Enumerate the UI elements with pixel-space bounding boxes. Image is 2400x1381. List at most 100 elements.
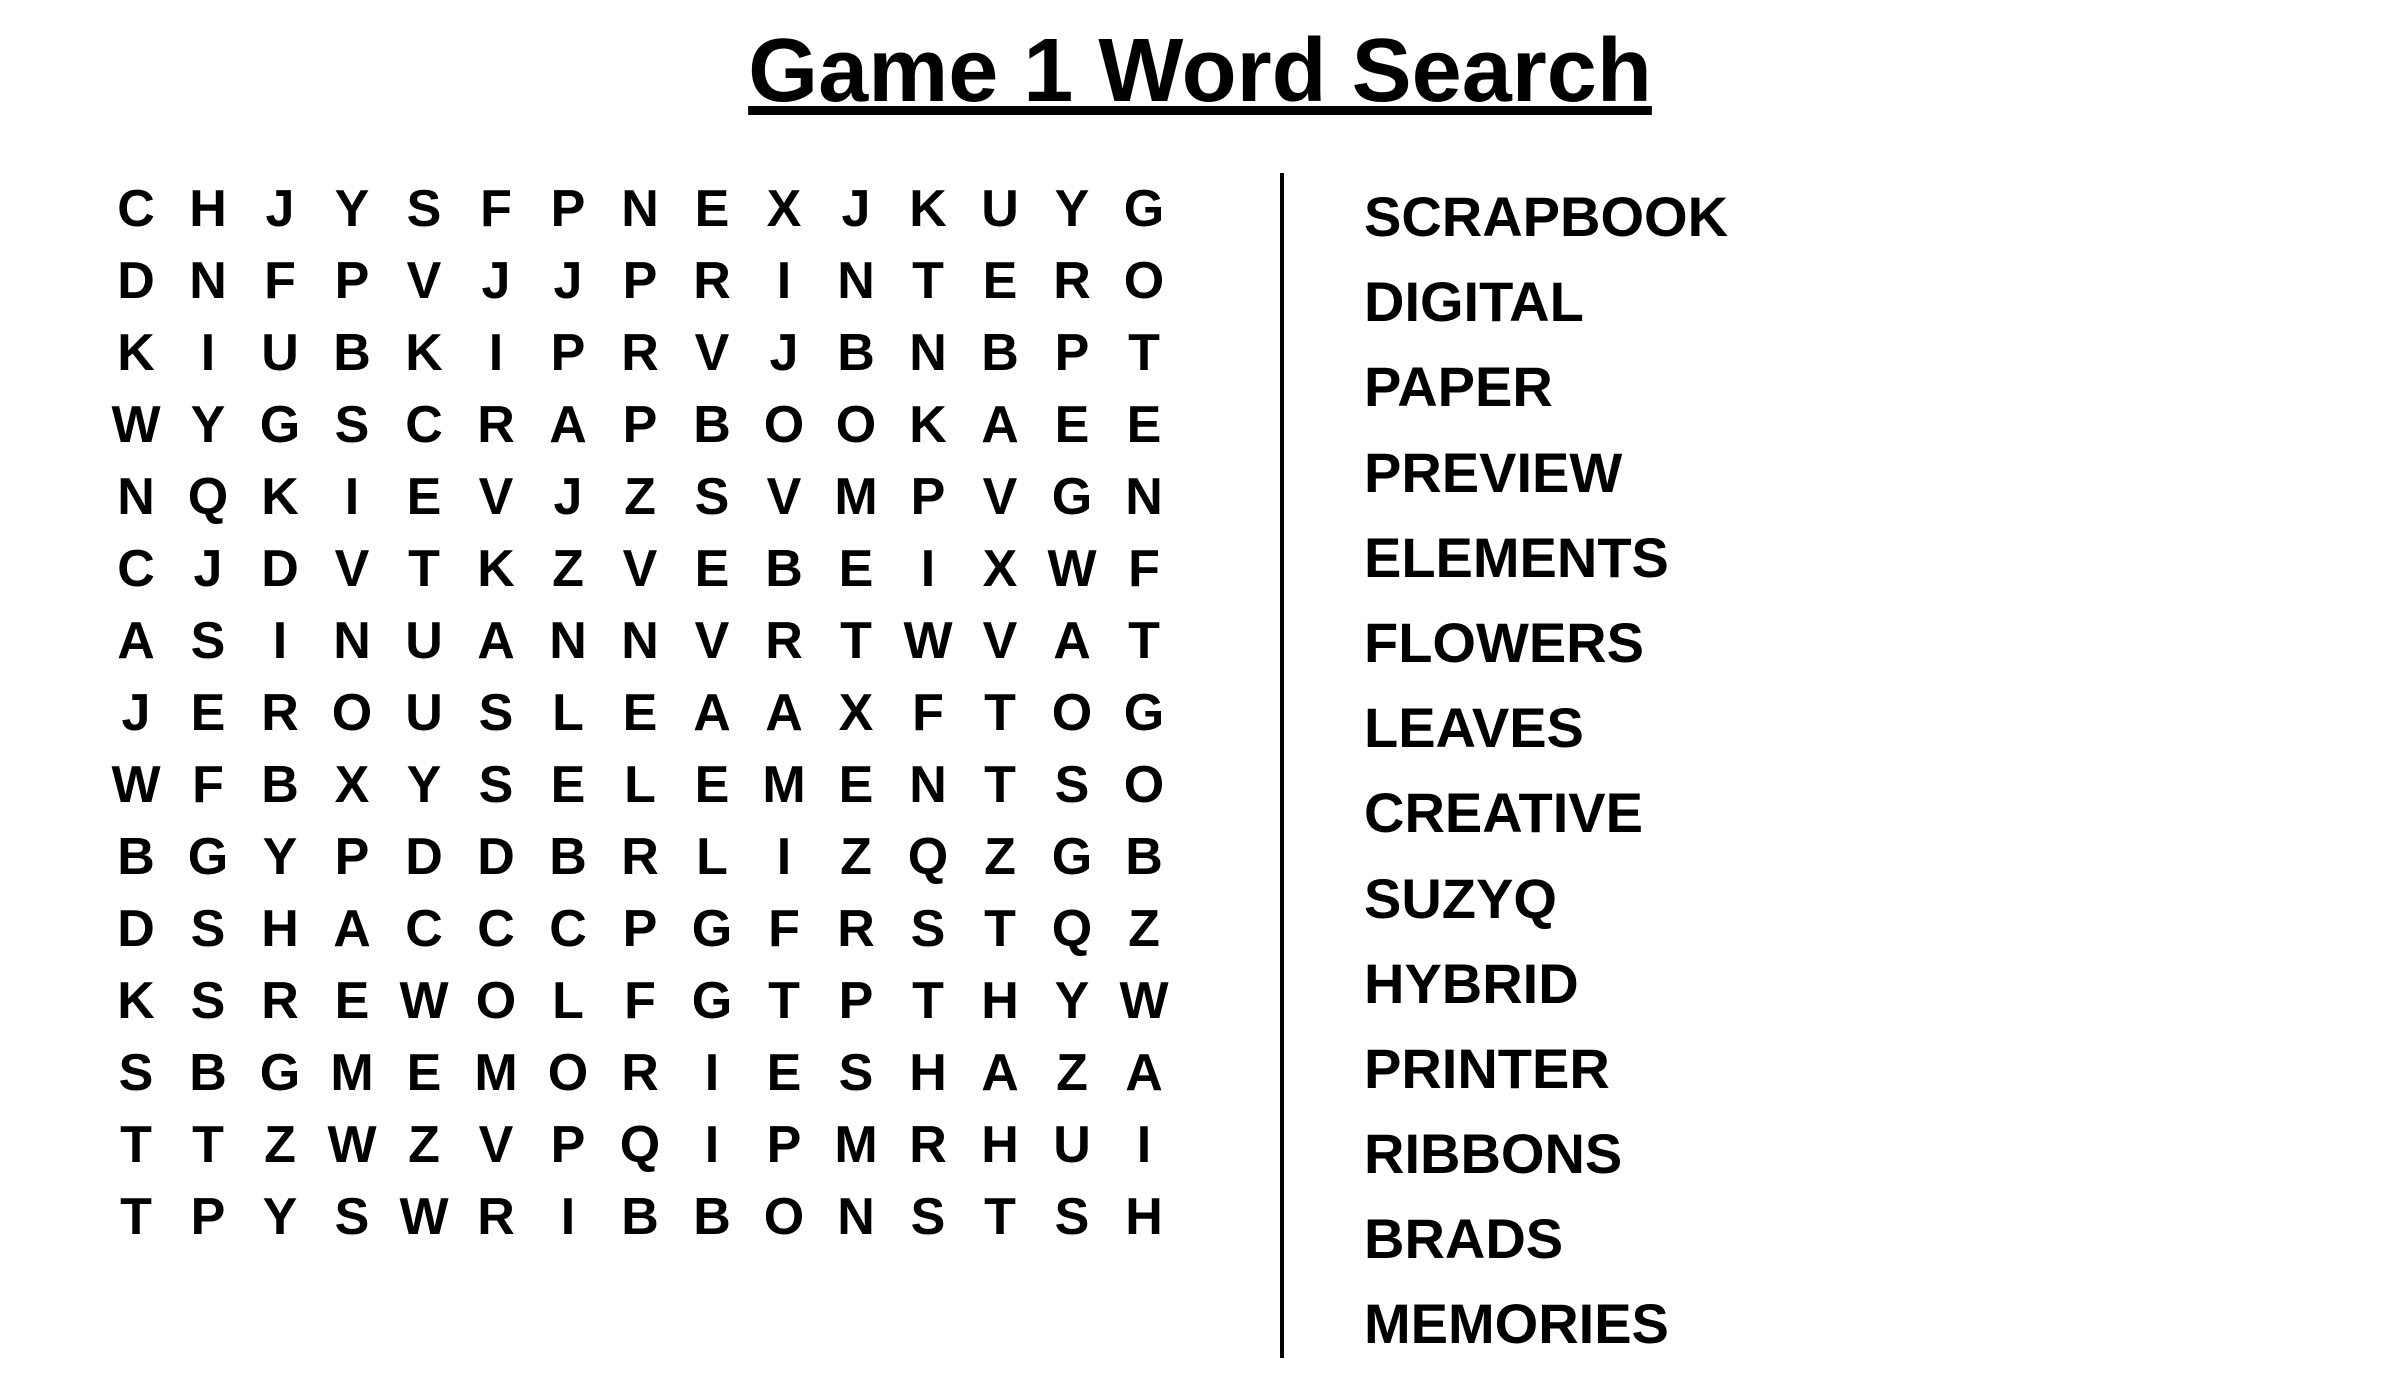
grid-cell: C (100, 533, 172, 605)
grid-cell: I (316, 461, 388, 533)
grid-cell: R (244, 965, 316, 1037)
grid-cell: O (532, 1037, 604, 1109)
grid-cell: Y (1036, 173, 1108, 245)
grid-cell: O (316, 677, 388, 749)
grid-cell: G (676, 965, 748, 1037)
grid-cell: D (460, 821, 532, 893)
grid-cell: S (100, 1037, 172, 1109)
word-list-item: CREATIVE (1364, 779, 2360, 846)
vertical-divider (1280, 173, 1284, 1358)
grid-cell: I (532, 1181, 604, 1253)
grid-cell: P (532, 1109, 604, 1181)
grid-cell: H (964, 1109, 1036, 1181)
grid-cell: M (316, 1037, 388, 1109)
grid-cell: K (892, 173, 964, 245)
grid-cell: V (604, 533, 676, 605)
grid-cell: Q (1036, 893, 1108, 965)
grid-cell: E (532, 749, 604, 821)
grid-cell: U (964, 173, 1036, 245)
grid-cell: A (1108, 1037, 1180, 1109)
grid-cell: V (964, 461, 1036, 533)
grid-cell: R (820, 893, 892, 965)
grid-row: TPYSWRIBBONSTSH (100, 1181, 1180, 1253)
grid-cell: E (388, 1037, 460, 1109)
grid-cell: K (388, 317, 460, 389)
grid-cell: G (1036, 461, 1108, 533)
grid-cell: M (820, 1109, 892, 1181)
grid-cell: Z (388, 1109, 460, 1181)
grid-cell: T (388, 533, 460, 605)
grid-row: WYGSCRAPBOOKAEE (100, 389, 1180, 461)
grid-cell: F (604, 965, 676, 1037)
grid-cell: S (172, 605, 244, 677)
grid-cell: Y (1036, 965, 1108, 1037)
grid-cell: Q (604, 1109, 676, 1181)
word-list-item: SUZYQ (1364, 865, 2360, 932)
grid-cell: O (1108, 245, 1180, 317)
grid-cell: D (244, 533, 316, 605)
grid-cell: E (676, 749, 748, 821)
grid-cell: V (460, 461, 532, 533)
word-search-grid: CHJYSFPNEXJKUYGDNFPVJJPRINTEROKIUBKIPRVJ… (40, 173, 1240, 1253)
grid-cell: G (172, 821, 244, 893)
grid-cell: R (748, 605, 820, 677)
grid-cell: Z (1108, 893, 1180, 965)
grid-cell: B (316, 317, 388, 389)
grid-cell: E (1036, 389, 1108, 461)
grid-cell: N (316, 605, 388, 677)
grid-cell: F (892, 677, 964, 749)
grid-cell: R (604, 1037, 676, 1109)
grid-cell: S (172, 893, 244, 965)
main-content: CHJYSFPNEXJKUYGDNFPVJJPRINTEROKIUBKIPRVJ… (40, 173, 2360, 1358)
word-list-item: RIBBONS (1364, 1120, 2360, 1187)
grid-cell: H (172, 173, 244, 245)
grid-cell: S (1036, 749, 1108, 821)
word-list: SCRAPBOOKDIGITALPAPERPREVIEWELEMENTSFLOW… (1324, 173, 2360, 1358)
grid-cell: J (100, 677, 172, 749)
grid-cell: J (532, 461, 604, 533)
word-list-item: MEMORIES (1364, 1290, 2360, 1357)
grid-cell: O (460, 965, 532, 1037)
grid-cell: Z (1036, 1037, 1108, 1109)
grid-cell: W (388, 965, 460, 1037)
grid-cell: C (388, 389, 460, 461)
page-title: Game 1 Word Search (40, 20, 2360, 123)
grid-cell: D (100, 893, 172, 965)
grid-cell: T (100, 1181, 172, 1253)
grid-row: CHJYSFPNEXJKUYG (100, 173, 1180, 245)
grid-cell: W (316, 1109, 388, 1181)
grid-cell: S (1036, 1181, 1108, 1253)
grid-cell: V (676, 605, 748, 677)
grid-cell: K (460, 533, 532, 605)
grid-cell: T (1108, 317, 1180, 389)
grid-cell: L (532, 965, 604, 1037)
grid-cell: I (676, 1109, 748, 1181)
grid-table: CHJYSFPNEXJKUYGDNFPVJJPRINTEROKIUBKIPRVJ… (100, 173, 1180, 1253)
grid-cell: X (748, 173, 820, 245)
grid-cell: G (1108, 677, 1180, 749)
grid-cell: H (964, 965, 1036, 1037)
grid-cell: F (244, 245, 316, 317)
grid-cell: M (748, 749, 820, 821)
grid-cell: O (748, 389, 820, 461)
grid-row: BGYPDDBRLIZQZGB (100, 821, 1180, 893)
grid-cell: F (460, 173, 532, 245)
grid-cell: S (388, 173, 460, 245)
grid-cell: T (172, 1109, 244, 1181)
grid-cell: T (964, 893, 1036, 965)
grid-cell: Y (316, 173, 388, 245)
grid-cell: T (964, 1181, 1036, 1253)
grid-row: CJDVTKZVEBEIXWF (100, 533, 1180, 605)
grid-cell: G (244, 389, 316, 461)
word-list-item: PRINTER (1364, 1035, 2360, 1102)
grid-cell: L (532, 677, 604, 749)
grid-cell: P (892, 461, 964, 533)
grid-cell: X (820, 677, 892, 749)
grid-cell: V (964, 605, 1036, 677)
grid-body: CHJYSFPNEXJKUYGDNFPVJJPRINTEROKIUBKIPRVJ… (100, 173, 1180, 1253)
grid-cell: L (676, 821, 748, 893)
grid-cell: I (460, 317, 532, 389)
grid-cell: Y (172, 389, 244, 461)
grid-cell: V (316, 533, 388, 605)
grid-cell: U (1036, 1109, 1108, 1181)
